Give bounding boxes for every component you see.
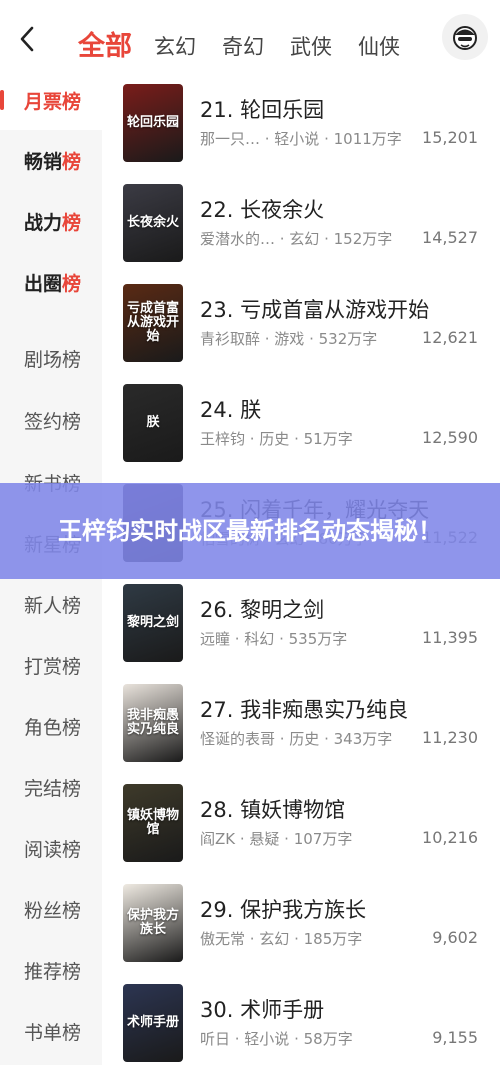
avatar-button[interactable] [442, 14, 488, 60]
sidebar-item-reading[interactable]: 阅读榜 [0, 818, 102, 878]
book-cover[interactable]: 长夜余火 [123, 184, 183, 262]
book-cover-title: 保护我方族长 [126, 908, 179, 937]
book-score: 10,216 [422, 828, 478, 847]
book-row[interactable]: 轮回乐园 21. 轮回乐园那一只… · 轻小说 · 1011万字 15,201 [102, 72, 500, 172]
book-title[interactable]: 28. 镇妖博物馆 [200, 794, 345, 824]
book-title[interactable]: 26. 黎明之剑 [200, 594, 324, 624]
sidebar-item-label: 月票 [24, 90, 63, 113]
book-score: 12,621 [422, 328, 478, 347]
sidebar-item-signed[interactable]: 签约榜 [0, 390, 102, 450]
book-row[interactable]: 长夜余火 22. 长夜余火爱潜水的… · 玄幻 · 152万字 14,527 [102, 172, 500, 272]
headline-banner: 王梓钧实时战区最新排名动态揭秘！ [0, 483, 500, 579]
book-meta: 傲无常 · 玄幻 · 185万字 [200, 930, 363, 948]
category-tabs: 全部 玄幻 奇幻 武侠 仙侠 [78, 18, 426, 62]
banner-text: 王梓钧实时战区最新排名动态揭秘！ [58, 517, 442, 545]
book-meta: 阎ZK · 悬疑 · 107万字 [200, 830, 353, 848]
sidebar-item-label: 推荐榜 [24, 960, 82, 983]
book-cover-title: 轮回乐园 [126, 115, 179, 130]
book-cover[interactable]: 镇妖博物馆 [123, 784, 183, 862]
sidebar-item-monthly-ticket[interactable]: 月票榜 [0, 70, 102, 130]
sidebar-item-label: 战力 [24, 211, 63, 234]
book-meta: 那一只… · 轻小说 · 1011万字 [200, 130, 402, 148]
sidebar-item-theater[interactable]: 剧场榜 [0, 328, 102, 388]
book-title[interactable]: 24. 朕 [200, 394, 261, 424]
book-cover-title: 镇妖博物馆 [126, 808, 179, 837]
book-cover[interactable]: 黎明之剑 [123, 584, 183, 662]
sidebar-item-label: 新人榜 [24, 594, 82, 617]
book-meta: 青衫取醉 · 游戏 · 532万字 [200, 330, 378, 348]
sidebar-item-character[interactable]: 角色榜 [0, 696, 102, 756]
sidebar-item-label: 剧场榜 [24, 348, 82, 371]
sidebar-item-label: 完结榜 [24, 777, 82, 800]
book-row[interactable]: 镇妖博物馆 28. 镇妖博物馆阎ZK · 悬疑 · 107万字 10,216 [102, 772, 500, 872]
sidebar-item-suffix: 榜 [62, 272, 82, 295]
tab-xuanhuan[interactable]: 玄幻 [154, 32, 196, 62]
sidebar-item-suffix: 榜 [62, 150, 82, 173]
book-cover[interactable]: 我非痴愚 实乃纯良 [123, 684, 183, 762]
sidebar-item-booklist[interactable]: 书单榜 [0, 1001, 102, 1061]
book-score: 11,230 [422, 728, 478, 747]
sidebar-item-fans[interactable]: 粉丝榜 [0, 879, 102, 939]
chevron-left-icon [20, 26, 34, 52]
book-cover-title: 长夜余火 [126, 215, 179, 230]
sidebar-item-label: 出圈 [24, 272, 63, 295]
sidebar-item-newcomer[interactable]: 新人榜 [0, 574, 102, 634]
book-title[interactable]: 23. 亏成首富从游戏开始 [200, 294, 429, 324]
book-score: 15,201 [422, 128, 478, 147]
book-cover[interactable]: 亏成首富从游戏开始 [123, 284, 183, 362]
book-score: 9,602 [432, 928, 478, 947]
sidebar-item-label: 粉丝榜 [24, 899, 82, 922]
sidebar-item-suffix: 榜 [62, 211, 82, 234]
sidebar-item-label: 书单榜 [24, 1021, 82, 1044]
book-row[interactable]: 朕 24. 朕王梓钧 · 历史 · 51万字 12,590 [102, 372, 500, 472]
book-cover[interactable]: 朕 [123, 384, 183, 462]
book-title[interactable]: 29. 保护我方族长 [200, 894, 366, 924]
sidebar-item-breakout[interactable]: 出圈榜 [0, 252, 102, 312]
book-title[interactable]: 22. 长夜余火 [200, 194, 324, 224]
book-row[interactable]: 黎明之剑 26. 黎明之剑远瞳 · 科幻 · 535万字 11,395 [102, 572, 500, 672]
book-cover[interactable]: 保护我方族长 [123, 884, 183, 962]
tab-wuxia[interactable]: 武侠 [290, 32, 332, 62]
book-meta: 远瞳 · 科幻 · 535万字 [200, 630, 348, 648]
top-bar: 全部 玄幻 奇幻 武侠 仙侠 [0, 0, 500, 78]
book-title[interactable]: 30. 术师手册 [200, 994, 324, 1024]
book-title[interactable]: 27. 我非痴愚实乃纯良 [200, 694, 408, 724]
book-meta: 王梓钧 · 历史 · 51万字 [200, 430, 353, 448]
back-button[interactable] [12, 22, 42, 56]
book-row[interactable]: 保护我方族长 29. 保护我方族长傲无常 · 玄幻 · 185万字 9,602 [102, 872, 500, 972]
sidebar-item-label: 签约榜 [24, 410, 82, 433]
book-meta: 怪诞的表哥 · 历史 · 343万字 [200, 730, 393, 748]
book-row[interactable]: 术师手册 30. 术师手册听日 · 轻小说 · 58万字 9,155 [102, 972, 500, 1065]
book-cover-title: 亏成首富从游戏开始 [126, 301, 179, 344]
tab-xianxia[interactable]: 仙侠 [358, 32, 400, 62]
sidebar-item-label: 打赏榜 [24, 655, 82, 678]
sidebar-item-label: 畅销 [24, 150, 63, 173]
book-cover[interactable]: 轮回乐园 [123, 84, 183, 162]
sidebar-item-label: 阅读榜 [24, 838, 82, 861]
book-cover-title: 朕 [146, 415, 160, 430]
book-cover[interactable]: 术师手册 [123, 984, 183, 1062]
book-cover-title: 我非痴愚 实乃纯良 [126, 708, 179, 737]
book-score: 11,395 [422, 628, 478, 647]
mascot-icon [453, 26, 477, 50]
tab-qihuan[interactable]: 奇幻 [222, 32, 264, 62]
sidebar-item-power[interactable]: 战力榜 [0, 191, 102, 251]
book-meta: 听日 · 轻小说 · 58万字 [200, 1030, 353, 1048]
book-meta: 爱潜水的… · 玄幻 · 152万字 [200, 230, 393, 248]
sidebar-item-label: 角色榜 [24, 716, 82, 739]
sidebar-item-bestseller[interactable]: 畅销榜 [0, 130, 102, 190]
book-cover-title: 黎明之剑 [126, 615, 179, 630]
sidebar-item-suffix: 榜 [62, 90, 82, 113]
book-title[interactable]: 21. 轮回乐园 [200, 94, 324, 124]
sidebar-item-recommend[interactable]: 推荐榜 [0, 940, 102, 1000]
book-cover-title: 术师手册 [126, 1015, 179, 1030]
tab-all[interactable]: 全部 [78, 29, 132, 65]
sidebar-item-completed[interactable]: 完结榜 [0, 757, 102, 817]
book-score: 12,590 [422, 428, 478, 447]
book-score: 14,527 [422, 228, 478, 247]
book-row[interactable]: 我非痴愚 实乃纯良 27. 我非痴愚实乃纯良怪诞的表哥 · 历史 · 343万字 1… [102, 672, 500, 772]
book-score: 9,155 [432, 1028, 478, 1047]
book-row[interactable]: 亏成首富从游戏开始 23. 亏成首富从游戏开始青衫取醉 · 游戏 · 532万字 1… [102, 272, 500, 372]
sidebar-item-tipping[interactable]: 打赏榜 [0, 635, 102, 695]
